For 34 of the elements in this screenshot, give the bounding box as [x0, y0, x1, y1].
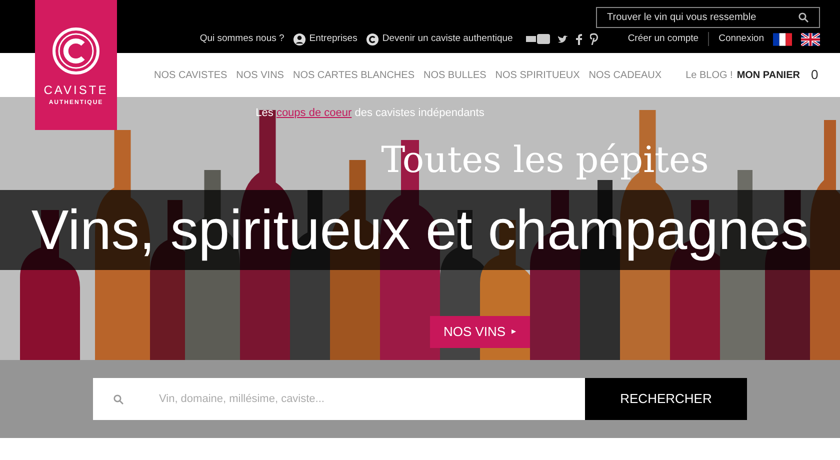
french-flag-icon[interactable] — [773, 32, 792, 46]
video-logo-icon[interactable] — [526, 34, 550, 44]
bird-icon[interactable] — [558, 34, 568, 44]
pin-p-icon[interactable] — [590, 33, 599, 46]
person-icon — [293, 32, 306, 46]
nav-link[interactable]: NOS VINS — [236, 68, 284, 82]
circle-c-icon — [366, 32, 380, 46]
top-link[interactable]: Qui sommes nous ? — [200, 32, 284, 46]
nav-link[interactable]: NOS CAVISTES — [154, 68, 228, 82]
nav-link[interactable]: NOS SPIRITUEUX — [495, 68, 580, 82]
nav-link[interactable]: NOS CADEAUX — [588, 68, 662, 82]
account-link[interactable]: Créer un compte — [618, 32, 699, 46]
top-link[interactable]: Entreprises — [293, 32, 358, 46]
account-link[interactable]: Connexion — [708, 32, 764, 46]
search-field[interactable]: Vin, domaine, millésime, caviste... — [93, 378, 585, 420]
search-icon — [113, 394, 124, 404]
search-button[interactable]: RECHERCHER — [585, 378, 747, 420]
british-flag-icon[interactable] — [801, 32, 820, 46]
search-input[interactable]: Trouver le vin qui vous ressemble — [607, 10, 798, 25]
c-logo-icon — [52, 27, 100, 75]
nav-link[interactable]: NOS CARTES BLANCHES — [292, 68, 414, 82]
nav-link[interactable]: NOS BULLES — [423, 68, 486, 82]
search-input[interactable]: Vin, domaine, millésime, caviste... — [159, 390, 585, 408]
cart-link[interactable]: MON PANIER — [736, 68, 800, 82]
logo-name: CAVISTE — [44, 82, 108, 99]
blog-link[interactable]: Le BLOG ! — [686, 68, 733, 82]
wines-button[interactable]: NOS VINS ▸ — [430, 316, 530, 348]
search-icon — [798, 12, 809, 23]
favorites-link[interactable]: coups de coeur — [276, 107, 352, 119]
f-letter-icon[interactable] — [576, 34, 582, 45]
cart-count: 0 — [810, 66, 818, 84]
caption-text: Vins, spiritueux et champagnes — [31, 197, 809, 263]
top-link[interactable]: Devenir un caviste authentique — [366, 32, 513, 46]
search-field[interactable]: Trouver le vin qui vous ressemble — [596, 7, 820, 28]
